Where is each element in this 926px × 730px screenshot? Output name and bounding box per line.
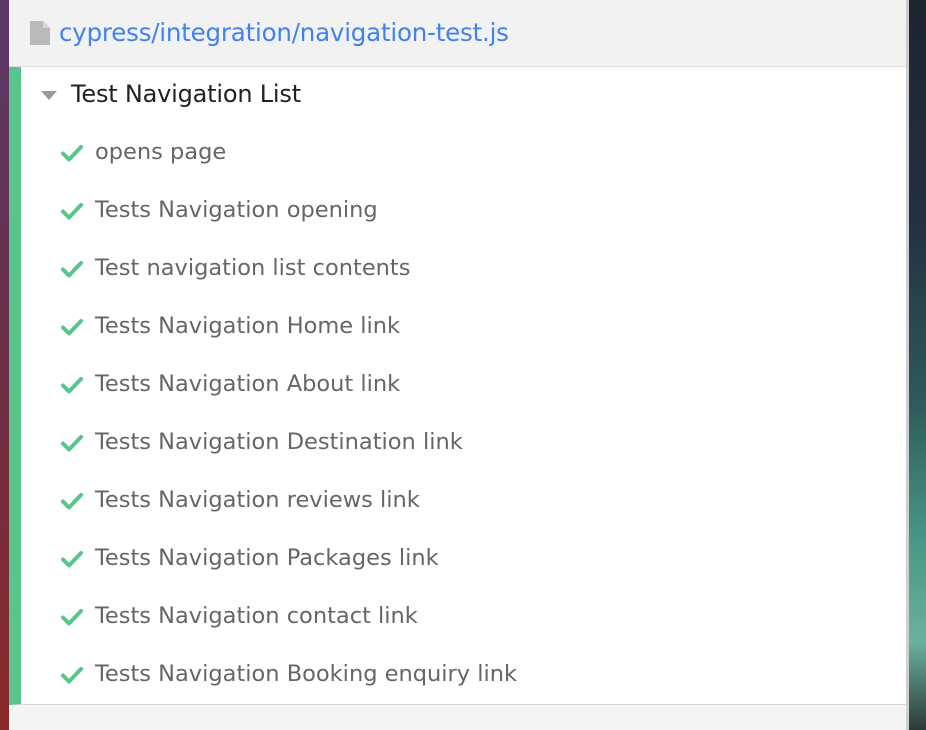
check-icon — [61, 551, 83, 568]
test-title: Tests Navigation contact link — [95, 603, 418, 629]
check-icon — [61, 493, 83, 510]
test-row[interactable]: opens page — [21, 124, 906, 182]
reporter-footer-area — [9, 706, 906, 730]
spec-file-header[interactable]: cypress/integration/navigation-test.js — [9, 0, 906, 67]
check-icon — [61, 609, 83, 626]
caret-down-icon[interactable] — [41, 90, 57, 100]
test-row[interactable]: Tests Navigation Packages link — [21, 530, 906, 588]
test-title: Tests Navigation Booking enquiry link — [95, 661, 518, 687]
test-title: Test navigation list contents — [95, 255, 411, 281]
check-icon — [61, 261, 83, 278]
test-suite: Test Navigation List opens page Tests Na… — [9, 67, 906, 705]
test-title: Tests Navigation Home link — [95, 313, 401, 339]
suite-title[interactable]: Test Navigation List — [71, 80, 301, 108]
check-icon — [61, 377, 83, 394]
check-icon — [61, 667, 83, 684]
test-row[interactable]: Tests Navigation Booking enquiry link — [21, 646, 906, 704]
spec-file-path[interactable]: cypress/integration/navigation-test.js — [59, 18, 509, 47]
test-row[interactable]: Tests Navigation opening — [21, 182, 906, 240]
test-title: Tests Navigation opening — [95, 197, 378, 223]
desktop-backdrop-right — [908, 0, 926, 730]
test-title: opens page — [95, 139, 227, 165]
file-icon — [30, 21, 50, 45]
test-row[interactable]: Test navigation list contents — [21, 240, 906, 298]
check-icon — [61, 203, 83, 220]
check-icon — [61, 435, 83, 452]
test-title: Tests Navigation Destination link — [95, 429, 463, 455]
check-icon — [61, 145, 83, 162]
test-title: Tests Navigation reviews link — [95, 487, 420, 513]
test-row[interactable]: Tests Navigation reviews link — [21, 472, 906, 530]
test-list: opens page Tests Navigation opening Test… — [21, 124, 906, 704]
test-row[interactable]: Tests Navigation Destination link — [21, 414, 906, 472]
test-title: Tests Navigation About link — [95, 371, 401, 397]
window-edge — [906, 0, 909, 730]
test-row[interactable]: Tests Navigation contact link — [21, 588, 906, 646]
test-row[interactable]: Tests Navigation About link — [21, 356, 906, 414]
suite-header[interactable]: Test Navigation List — [21, 67, 906, 123]
test-row[interactable]: Tests Navigation Home link — [21, 298, 906, 356]
check-icon — [61, 319, 83, 336]
desktop-backdrop-left — [0, 0, 9, 730]
test-title: Tests Navigation Packages link — [95, 545, 439, 571]
